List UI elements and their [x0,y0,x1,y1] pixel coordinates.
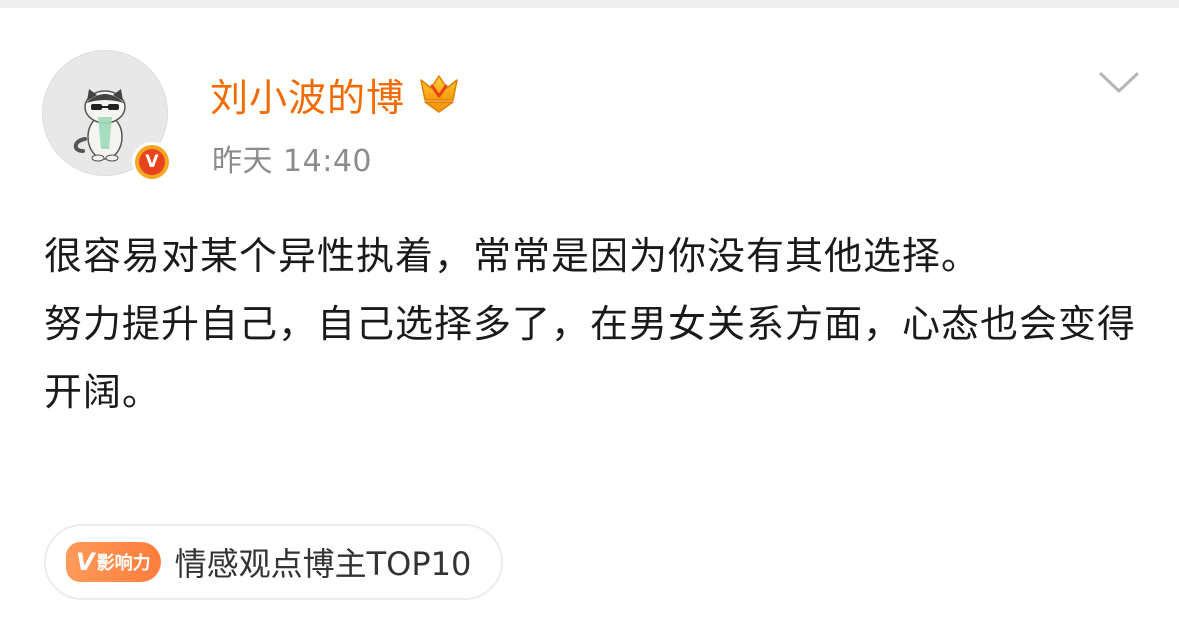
influence-tag-label: 情感观点博主TOP10 [174,545,472,583]
post-paragraph: 很容易对某个异性执着，常常是因为你没有其他选择。 [44,234,981,278]
post-timestamp: 昨天 14:40 [212,144,372,179]
weibo-post-card: V 刘小波的博 昨天 14:40 很容易对某个异性执着，常常是因为你没有其他选择… [0,8,1179,621]
influence-badge-label: 影响力 [96,553,151,574]
verified-badge: V [132,142,172,182]
influence-tag[interactable]: V 影响力 情感观点博主TOP10 [44,524,504,600]
verified-v-icon: V [135,145,169,179]
verified-v-mark: V [139,149,165,175]
top-divider-strip [0,0,1179,8]
author-name-row: 刘小波的博 [210,70,461,120]
vip-crown-icon[interactable] [417,74,461,114]
influence-badge: V 影响力 [66,542,161,582]
author-avatar-container[interactable]: V [42,50,172,182]
chevron-down-icon[interactable] [1098,70,1140,96]
influence-v-icon: V [76,548,95,576]
post-paragraph: 努力提升自己，自己选择多了，在男女关系方面，心态也会变得开阔。 [44,302,1137,414]
post-content: 很容易对某个异性执着，常常是因为你没有其他选择。 努力提升自己，自己选择多了，在… [44,222,1144,426]
author-name[interactable]: 刘小波的博 [210,67,405,122]
